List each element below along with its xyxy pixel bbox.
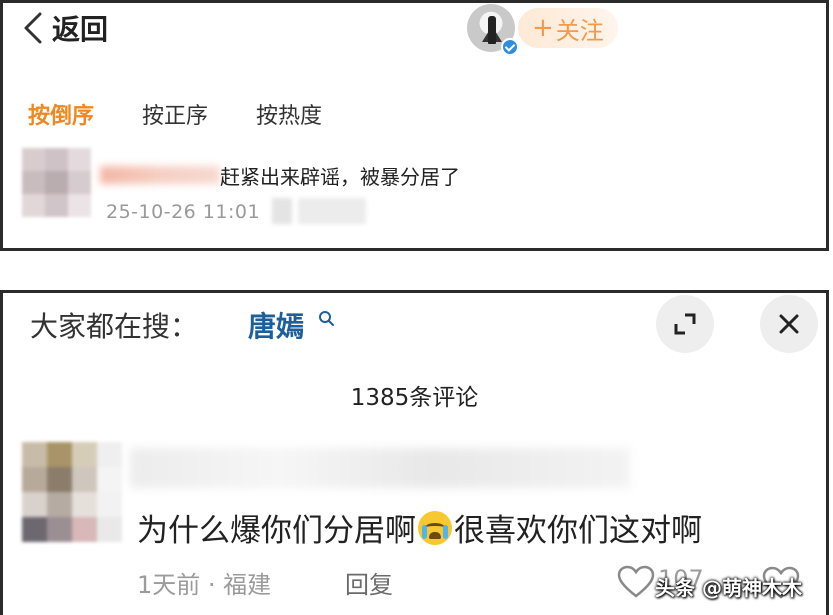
comment-text: 为什么爆你们分居啊 很喜欢你们这对啊 <box>137 505 702 550</box>
tab-forward-order[interactable]: 按正序 <box>142 98 208 130</box>
chevron-left-icon <box>24 12 42 44</box>
commenter-avatar-blurred[interactable] <box>22 148 92 218</box>
comment-time-location: 1天前 · 福建 <box>137 571 272 599</box>
tear-right <box>443 524 448 539</box>
comment-count: 1385条评论 <box>350 385 479 411</box>
tab-reverse-order[interactable]: 按倒序 <box>28 98 94 130</box>
comment-timestamp: 25-10-26 11:01 <box>106 201 261 223</box>
back-button[interactable]: 返回 <box>22 6 108 50</box>
commenter-avatar-blurred[interactable] <box>22 442 122 542</box>
commenter-name-blurred[interactable] <box>130 448 630 488</box>
watermark: 头条 @萌神木木 <box>655 576 802 600</box>
follow-label: 关注 <box>555 16 604 45</box>
verified-badge-icon <box>501 38 519 56</box>
avatar-figure-head <box>488 16 496 44</box>
plus-icon: + <box>532 13 554 43</box>
tear-left <box>422 524 427 539</box>
comment-text: 赶紧出来辟谣，被暴分居了 <box>220 165 460 189</box>
close-button[interactable] <box>760 295 818 353</box>
comment-text-part1: 为什么爆你们分居啊 <box>137 513 416 549</box>
blurred-metadata <box>298 198 366 224</box>
heart-icon[interactable] <box>617 565 655 599</box>
trending-search-label: 大家都在搜： <box>30 310 199 343</box>
tab-popularity[interactable]: 按热度 <box>256 98 322 130</box>
comment-text-part2: 很喜欢你们这对啊 <box>454 513 702 549</box>
back-label: 返回 <box>52 13 109 46</box>
blurred-metadata <box>272 198 292 224</box>
expand-button[interactable] <box>656 295 714 353</box>
commenter-name-blurred[interactable] <box>100 166 220 184</box>
search-icon <box>319 311 334 326</box>
crying-face-icon <box>418 510 452 545</box>
close-icon <box>779 314 799 334</box>
reply-button[interactable]: 回复 <box>345 565 393 600</box>
follow-button[interactable]: + 关注 <box>518 8 618 48</box>
trending-search-keyword[interactable]: 唐嫣 <box>248 305 304 345</box>
sort-tabs: 按倒序 按正序 按热度 <box>28 98 322 130</box>
expand-icon <box>674 313 696 335</box>
